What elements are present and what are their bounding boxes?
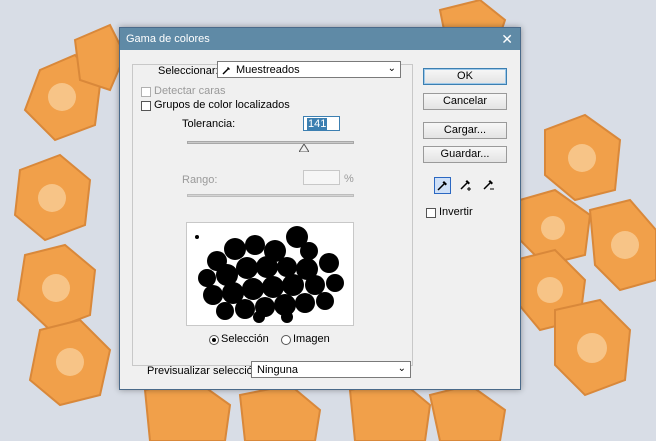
selection-mask-preview (195, 226, 344, 323)
image-radio-label: Imagen (293, 333, 330, 345)
chevron-down-icon: ⌄ (397, 363, 406, 374)
localized-groups-checkbox[interactable] (141, 101, 151, 111)
invert-checkbox[interactable] (426, 208, 436, 218)
select-label: Seleccionar: (158, 65, 219, 77)
chevron-down-icon: ⌄ (387, 63, 396, 74)
detect-faces-label: Detectar caras (154, 85, 226, 97)
eyedropper-icon (222, 67, 230, 75)
tolerance-label: Tolerancia: (182, 118, 236, 130)
preview-selection-value: Ninguna (257, 364, 298, 376)
tolerance-slider-track[interactable] (187, 141, 354, 144)
eyedropper-tool[interactable] (434, 177, 451, 194)
eyedropper-minus-icon (483, 180, 494, 190)
selection-radio[interactable] (209, 335, 219, 345)
invert-label: Invertir (439, 206, 473, 218)
tolerance-value: 141 (307, 118, 328, 130)
range-input[interactable] (303, 170, 340, 185)
ok-button[interactable]: OK (423, 68, 507, 85)
localized-groups-label: Grupos de color localizados (154, 99, 290, 111)
range-unit: % (344, 173, 354, 185)
select-value: Muestreados (236, 64, 300, 76)
range-slider-track[interactable] (187, 194, 354, 197)
selection-radio-label: Selección (221, 333, 269, 345)
load-button[interactable]: Cargar... (423, 122, 507, 139)
image-radio[interactable] (281, 335, 291, 345)
tolerance-input[interactable]: 141 (303, 116, 340, 131)
detect-faces-checkbox[interactable] (141, 87, 151, 97)
dialog-titlebar: Gama de colores ✕ (120, 28, 520, 50)
eyedropper-icon (437, 181, 447, 191)
preview-selection-dropdown[interactable]: Ninguna ⌄ (251, 361, 411, 378)
color-range-dialog: Gama de colores ✕ Seleccionar: Muestread… (119, 27, 521, 390)
eyedropper-plus-icon (460, 180, 471, 191)
preview-selection-label: Previsualizar selección: (147, 365, 262, 377)
close-icon[interactable]: ✕ (501, 30, 513, 48)
select-dropdown[interactable]: Muestreados ⌄ (217, 61, 401, 78)
eyedropper-minus-tool[interactable] (481, 177, 498, 194)
selection-preview (186, 222, 354, 326)
range-label: Rango: (182, 174, 218, 186)
dialog-title: Gama de colores (126, 33, 210, 45)
cancel-button[interactable]: Cancelar (423, 93, 507, 110)
eyedropper-plus-tool[interactable] (458, 177, 475, 194)
tolerance-slider-handle[interactable] (298, 144, 309, 152)
save-button[interactable]: Guardar... (423, 146, 507, 163)
